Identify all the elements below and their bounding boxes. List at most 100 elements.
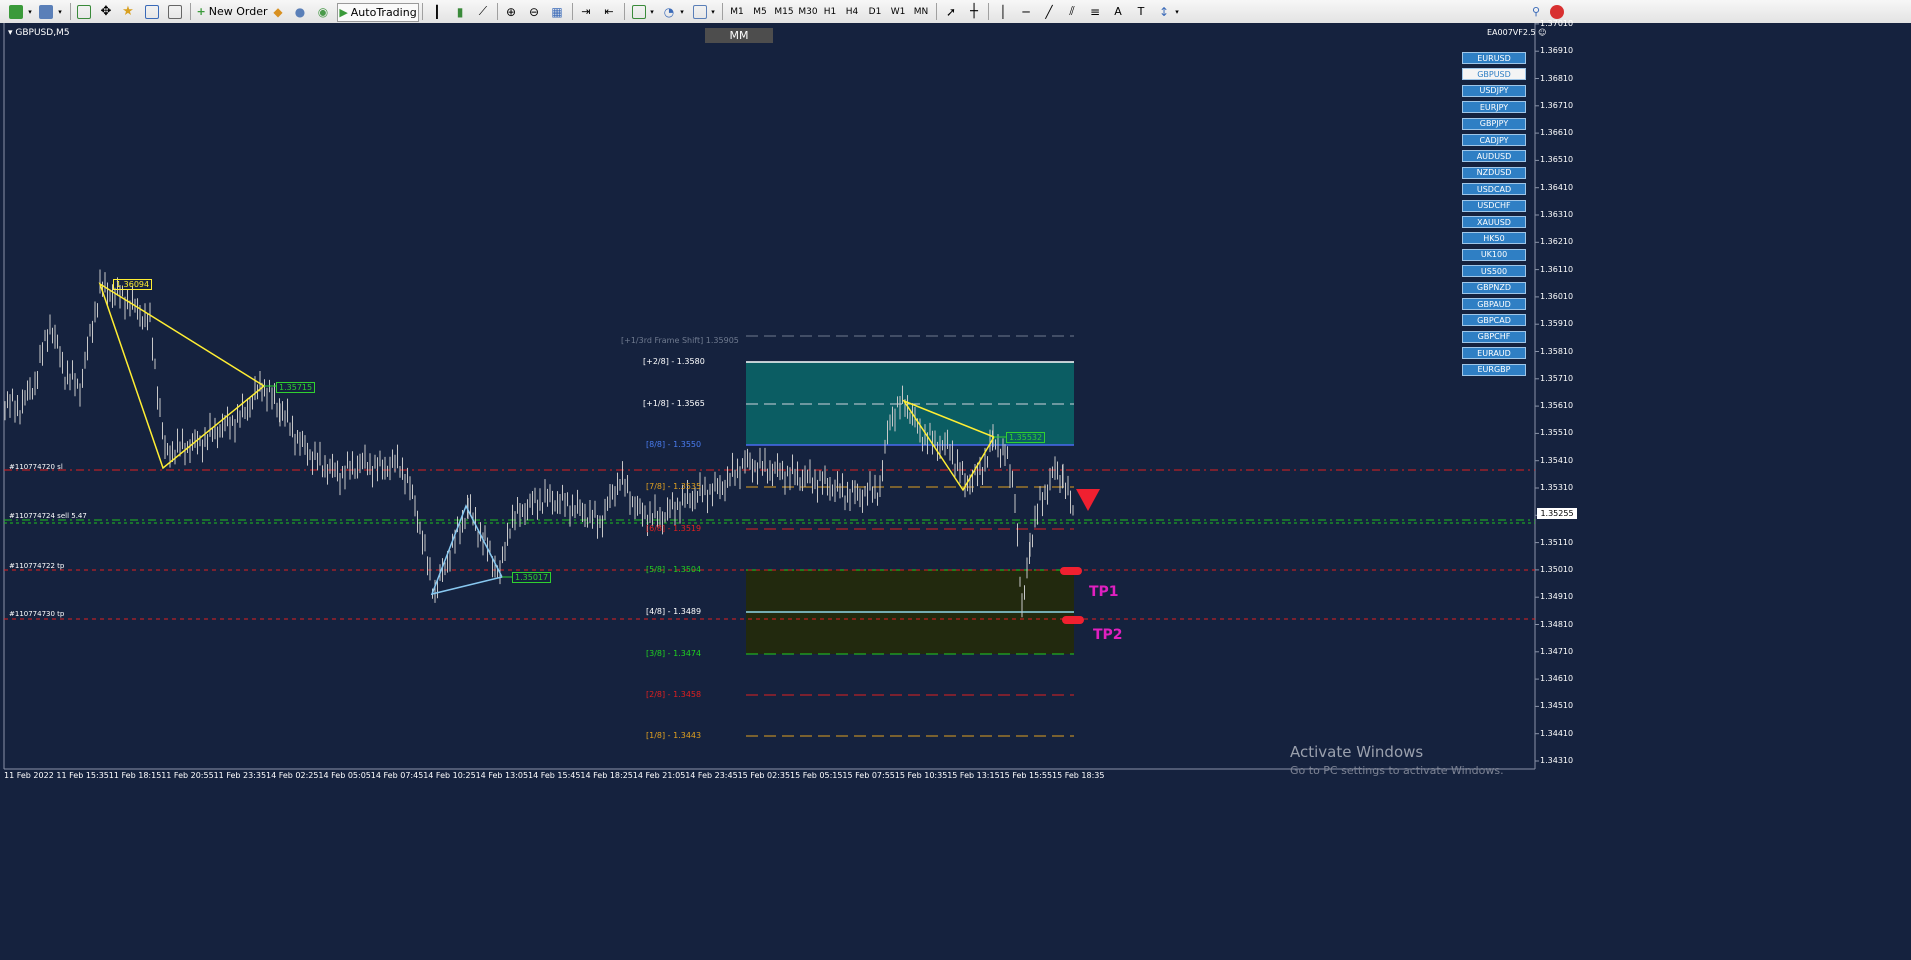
pair-button-eurjpy[interactable]: EURJPY: [1462, 101, 1526, 114]
time-tick-label: 15 Feb 05:15: [790, 771, 843, 780]
separator: [988, 3, 989, 20]
arrows-icon[interactable]: ↕: [1156, 3, 1172, 20]
price-tick-label: 1.35910: [1540, 319, 1574, 329]
pair-button-nzdusd[interactable]: NZDUSD: [1462, 166, 1526, 179]
dropdown-arrow-icon[interactable]: ▾: [709, 3, 717, 20]
separator: [936, 3, 937, 20]
timeframe-m1[interactable]: M1: [727, 3, 747, 20]
price-tick-label: 1.34810: [1540, 619, 1574, 629]
data-window-icon[interactable]: ✥: [98, 3, 114, 20]
toolbar: ▾ ▾ ✥ ★ + New Order ◆ ● ◉ ▶ AutoTrading ┃ …: [0, 0, 1911, 24]
equidistant-channel-icon[interactable]: ⫽: [1064, 3, 1080, 20]
time-tick-label: 15 Feb 15:55: [999, 771, 1053, 780]
chart-window[interactable]: ▾ GBPUSD,M5 MM EA007VF2.5 ☺ EURUSD GBPUSD…: [0, 19, 1911, 960]
vps-icon[interactable]: ◉: [315, 3, 331, 20]
pair-button-gbpjpy[interactable]: GBPJPY: [1462, 117, 1526, 130]
tile-windows-icon[interactable]: ▦: [549, 3, 565, 20]
current-price-label: 1.35255: [1537, 508, 1577, 519]
chart-shift-icon[interactable]: ⇥: [578, 3, 594, 20]
time-tick-label: 15 Feb 18:35: [1052, 771, 1105, 780]
timeframe-mn[interactable]: MN: [910, 3, 932, 20]
timeframe-m5[interactable]: M5: [750, 3, 770, 20]
strategy-tester-icon[interactable]: [167, 3, 183, 20]
time-tick-label: 15 Feb 13:15: [947, 771, 1000, 780]
price-tick-label: 1.36310: [1540, 210, 1574, 219]
time-tick-label: 14 Feb 13:05: [475, 771, 529, 780]
pair-button-xauusd[interactable]: XAUUSD: [1462, 216, 1526, 228]
trendline-icon[interactable]: ╱: [1041, 3, 1057, 20]
signals-icon[interactable]: ●: [292, 3, 308, 20]
pair-button-eurusd[interactable]: EURUSD: [1462, 52, 1526, 64]
price-tick-label: 1.36110: [1540, 264, 1574, 274]
ea-label-text: EA007VF2.5: [1487, 28, 1536, 37]
autotrading-button[interactable]: ▶ AutoTrading: [337, 3, 419, 22]
zoom-in-icon[interactable]: ⊕: [503, 3, 519, 20]
cursor-icon[interactable]: ➚: [943, 3, 959, 20]
indicators-icon[interactable]: [631, 3, 647, 20]
pair-button-uk100[interactable]: UK100: [1462, 248, 1526, 261]
new-order-button[interactable]: + New Order: [197, 3, 268, 20]
navigator-icon[interactable]: ★: [120, 3, 136, 20]
price-tick-label: 1.35310: [1540, 483, 1574, 492]
text-icon[interactable]: A: [1110, 3, 1126, 20]
pair-button-eurgbp[interactable]: EURGBP: [1462, 363, 1526, 376]
time-tick-label: 15 Feb 07:55: [842, 771, 895, 780]
autoscroll-icon[interactable]: ⇤: [601, 3, 617, 20]
terminal-icon[interactable]: [144, 3, 160, 20]
pair-button-euraud[interactable]: EURAUD: [1462, 347, 1526, 360]
vertical-line-icon[interactable]: │: [995, 3, 1011, 20]
timeframe-h1[interactable]: H1: [820, 3, 840, 20]
timeframe-m30[interactable]: M30: [796, 3, 820, 20]
pair-button-audusd[interactable]: AUDUSD: [1462, 150, 1526, 163]
price-tick-label: 1.36610: [1540, 128, 1574, 138]
timeframe-h4[interactable]: H4: [842, 3, 862, 20]
timeframe-m15[interactable]: M15: [772, 3, 796, 20]
metaeditor-icon[interactable]: ◆: [270, 3, 286, 20]
pair-button-usdjpy[interactable]: USDJPY: [1462, 84, 1526, 97]
time-tick-label: 14 Feb 10:25: [423, 771, 476, 780]
price-tick-label: 1.36810: [1540, 73, 1574, 83]
search-icon[interactable]: ⚲: [1528, 3, 1544, 20]
line-chart-icon[interactable]: ⟋: [475, 3, 491, 20]
crosshair-icon[interactable]: ┼: [966, 3, 982, 20]
pair-button-gbpaud[interactable]: GBPAUD: [1462, 298, 1526, 310]
pair-button-gbpusd[interactable]: GBPUSD: [1462, 68, 1526, 81]
time-tick-label: 14 Feb 02:25: [266, 771, 319, 780]
price-tick-label: 1.37010: [1540, 18, 1574, 28]
profiles-icon[interactable]: [38, 3, 54, 20]
pair-button-usdchf[interactable]: USDCHF: [1462, 199, 1526, 212]
dropdown-arrow-icon[interactable]: ▾: [26, 3, 34, 20]
pair-button-gbpchf[interactable]: GBPCHF: [1462, 330, 1526, 343]
timeframe-d1[interactable]: D1: [865, 3, 885, 20]
price-chart[interactable]: [0, 23, 1911, 960]
dropdown-arrow-icon[interactable]: ▾: [648, 3, 656, 20]
timeframe-w1[interactable]: W1: [888, 3, 908, 20]
pair-button-gbpcad[interactable]: GBPCAD: [1462, 314, 1526, 327]
pair-button-hk50[interactable]: HK50: [1462, 232, 1526, 245]
fibonacci-icon[interactable]: ≡: [1087, 3, 1103, 20]
pair-button-gbpnzd[interactable]: GBPNZD: [1462, 281, 1526, 294]
time-tick-label: 14 Feb 07:45: [370, 771, 424, 780]
candlestick-icon[interactable]: ▮: [452, 3, 468, 20]
market-watch-icon[interactable]: [76, 3, 92, 20]
notification-icon[interactable]: [1549, 3, 1565, 20]
horizontal-line-icon[interactable]: ─: [1018, 3, 1034, 20]
new-chart-icon[interactable]: [8, 3, 24, 20]
zoom-out-icon[interactable]: ⊖: [526, 3, 542, 20]
templates-icon[interactable]: [692, 3, 708, 20]
dropdown-arrow-icon[interactable]: ▾: [56, 3, 64, 20]
mm-button[interactable]: MM: [705, 28, 773, 43]
pair-button-usdcad[interactable]: USDCAD: [1462, 183, 1526, 196]
time-tick-label: 15 Feb 10:35: [894, 771, 948, 780]
bar-chart-icon[interactable]: ┃: [429, 3, 445, 20]
pattern-tag: 1.35715: [276, 382, 316, 393]
periods-icon[interactable]: ◔: [661, 3, 677, 20]
text-label-icon[interactable]: T: [1133, 3, 1149, 20]
dropdown-arrow-icon[interactable]: ▾: [1173, 3, 1181, 20]
price-tick-label: 1.34710: [1540, 646, 1574, 656]
time-tick-label: 14 Feb 21:05: [632, 771, 686, 780]
dropdown-arrow-icon[interactable]: ▾: [678, 3, 686, 20]
pair-button-us500[interactable]: US500: [1462, 265, 1526, 278]
murrey-level-label: [3/8] - 1.3474: [646, 649, 702, 658]
pair-button-cadjpy[interactable]: CADJPY: [1462, 134, 1526, 146]
